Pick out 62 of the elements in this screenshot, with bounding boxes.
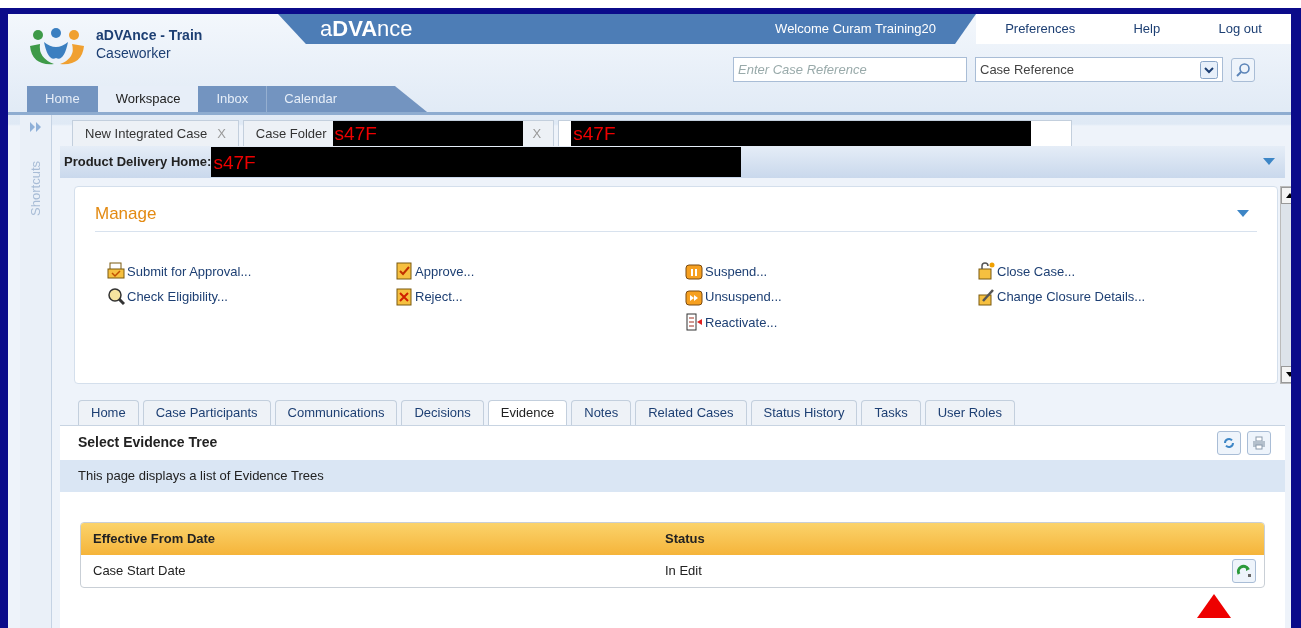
- column-header: Effective From Date: [92, 529, 217, 548]
- section-tab[interactable]: Related Cases: [635, 400, 747, 425]
- refresh-icon: [1222, 435, 1236, 450]
- user-role: Caseworker: [96, 44, 172, 64]
- case-tab-label[interactable]: Case Folder: [255, 123, 327, 144]
- collapse-icon[interactable]: [1237, 209, 1249, 218]
- section-tab[interactable]: Case Participants: [142, 400, 271, 425]
- banner-title: aDVAnce: [320, 18, 413, 40]
- section-tab[interactable]: Evidence: [487, 400, 568, 425]
- printer-icon: [1252, 435, 1266, 450]
- redaction: s47F: [332, 120, 523, 147]
- evidence-tree-icon: [1236, 563, 1252, 578]
- action-link[interactable]: Approve...: [395, 261, 685, 281]
- action-link[interactable]: Reject...: [395, 287, 685, 307]
- refresh-button[interactable]: [1217, 430, 1241, 455]
- open-tree-button[interactable]: [1232, 558, 1256, 583]
- section-tab[interactable]: Decisions: [401, 400, 484, 425]
- action-link[interactable]: Close Case...: [977, 261, 1257, 281]
- unsuspend-icon: [685, 287, 703, 306]
- manage-title: Manage: [95, 203, 157, 225]
- section-tab[interactable]: Home: [78, 400, 139, 425]
- annotation-arrow-icon: [1197, 593, 1231, 618]
- page-title: Product Delivery Home:: [64, 153, 212, 172]
- reject-icon: [395, 287, 413, 306]
- table-cell-text: In Edit: [664, 561, 703, 580]
- section-title: Select Evidence Tree: [78, 433, 218, 452]
- search-type-value: Case Reference: [980, 60, 1074, 79]
- section-description: This page displays a list of Evidence Trees: [78, 466, 324, 485]
- submit-icon: [107, 262, 125, 281]
- search-button[interactable]: [1231, 57, 1255, 82]
- action-link[interactable]: Unsuspend...: [685, 287, 977, 307]
- case-tab[interactable]: Case Folder s47F X: [242, 120, 555, 146]
- section-tab[interactable]: Notes: [571, 400, 632, 425]
- action-link[interactable]: Submit for Approval...: [107, 261, 395, 281]
- app-name: aDVAnce - Train: [96, 28, 203, 44]
- header-link[interactable]: Preferences: [1005, 19, 1076, 39]
- case-reference-field[interactable]: Enter Case Reference: [733, 57, 967, 82]
- section-tab[interactable]: User Roles: [924, 400, 1015, 425]
- action-link[interactable]: Check Eligibility...: [107, 287, 395, 307]
- redaction: s47F: [211, 147, 742, 177]
- reactivate-icon: [685, 313, 703, 332]
- search-type-select[interactable]: Case Reference: [975, 57, 1223, 82]
- search-icon: [1235, 61, 1251, 78]
- action-link[interactable]: Suspend...: [685, 261, 977, 281]
- approve-icon: [395, 262, 413, 281]
- dropdown-icon[interactable]: [1200, 60, 1218, 79]
- column-header: Status: [664, 529, 706, 548]
- header-link[interactable]: Help: [1133, 19, 1161, 39]
- suspend-icon: [685, 262, 703, 281]
- action-link[interactable]: Reactivate...: [685, 312, 977, 332]
- collapse-icon[interactable]: [1263, 158, 1275, 166]
- case-tab-label[interactable]: New Integrated Case: [85, 123, 208, 144]
- case-tab[interactable]: New Integrated Case X: [72, 120, 239, 146]
- welcome-text: Welcome Curam Training20: [775, 20, 936, 39]
- section-tab[interactable]: Communications: [274, 400, 398, 425]
- section-tab[interactable]: Tasks: [861, 400, 921, 425]
- expand-icon[interactable]: [28, 121, 43, 133]
- section-tab[interactable]: Status History: [750, 400, 858, 425]
- table-cell-text: Case Start Date: [92, 561, 187, 580]
- header-link[interactable]: Log out: [1218, 19, 1262, 39]
- action-link[interactable]: Change Closure Details...: [977, 287, 1257, 307]
- print-button[interactable]: [1247, 430, 1271, 455]
